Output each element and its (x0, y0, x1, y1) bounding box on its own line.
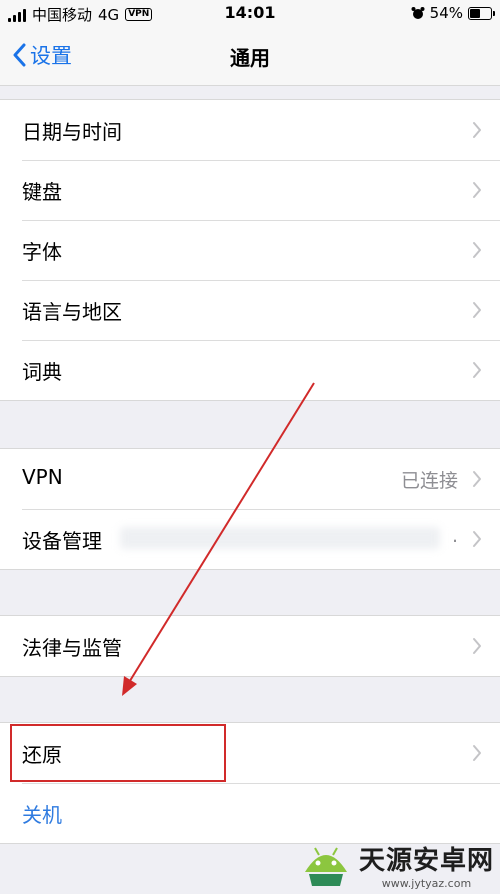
list-item-label: 键盘 (22, 180, 62, 204)
list-item-label: 日期与时间 (22, 120, 122, 144)
list-item-vpn[interactable]: VPN 已连接 (0, 449, 500, 509)
status-right: 54% (411, 4, 495, 22)
list-item-label: 还原 (22, 743, 62, 767)
navigation-bar: 设置 通用 (0, 26, 500, 86)
shutdown-label: 关机 (22, 803, 62, 827)
list-item-date-time[interactable]: 日期与时间 (0, 100, 500, 160)
settings-group-network: VPN 已连接 设备管理 . (0, 448, 500, 570)
page-title: 通用 (230, 46, 270, 70)
list-item-dictionary[interactable]: 词典 (0, 340, 500, 400)
chevron-right-icon (473, 638, 481, 654)
chevron-right-icon (473, 122, 481, 138)
android-logo-icon (304, 847, 347, 886)
settings-group-reset: 还原 关机 (0, 722, 500, 844)
watermark: 天源安卓网 www.jytyaz.com (299, 840, 494, 890)
chevron-right-icon (473, 362, 481, 378)
battery-icon (468, 6, 495, 20)
status-bar: 中国移动 4G VPN 14:01 54% (0, 0, 500, 26)
chevron-right-icon (473, 471, 481, 487)
blurred-profile-name (120, 527, 440, 549)
device-detail: . (451, 525, 458, 547)
list-item-label: 设备管理 (22, 529, 102, 553)
chevron-right-icon (473, 745, 481, 761)
list-item-shutdown[interactable]: 关机 (0, 783, 500, 843)
watermark-brand: 天源安卓网 (358, 846, 494, 876)
list-item-label: VPN (22, 465, 63, 489)
chevron-right-icon (473, 302, 481, 318)
battery-fill (470, 8, 480, 18)
list-item-reset[interactable]: 还原 (0, 723, 500, 783)
settings-group-legal: 法律与监管 (0, 615, 500, 677)
list-item-language-region[interactable]: 语言与地区 (0, 280, 500, 340)
list-item-label: 词典 (22, 360, 62, 384)
vpn-status: 已连接 (400, 470, 458, 492)
list-item-legal[interactable]: 法律与监管 (0, 616, 500, 676)
watermark-url: www.jytyaz.com (381, 877, 472, 890)
list-item-label: 法律与监管 (22, 636, 122, 660)
settings-group-general: 日期与时间 键盘 字体 语言与地区 词典 (0, 99, 500, 401)
alarm-icon (411, 7, 425, 19)
chevron-right-icon (473, 182, 481, 198)
chevron-right-icon (473, 242, 481, 258)
list-item-keyboard[interactable]: 键盘 (0, 160, 500, 220)
list-item-label: 字体 (22, 240, 62, 264)
list-item-label: 语言与地区 (22, 300, 122, 324)
chevron-right-icon (473, 531, 481, 547)
watermark-text: 天源安卓网 www.jytyaz.com (359, 840, 494, 890)
battery-percent: 54% (429, 4, 463, 22)
list-item-fonts[interactable]: 字体 (0, 220, 500, 280)
list-item-device-management[interactable]: 设备管理 . (0, 509, 500, 569)
